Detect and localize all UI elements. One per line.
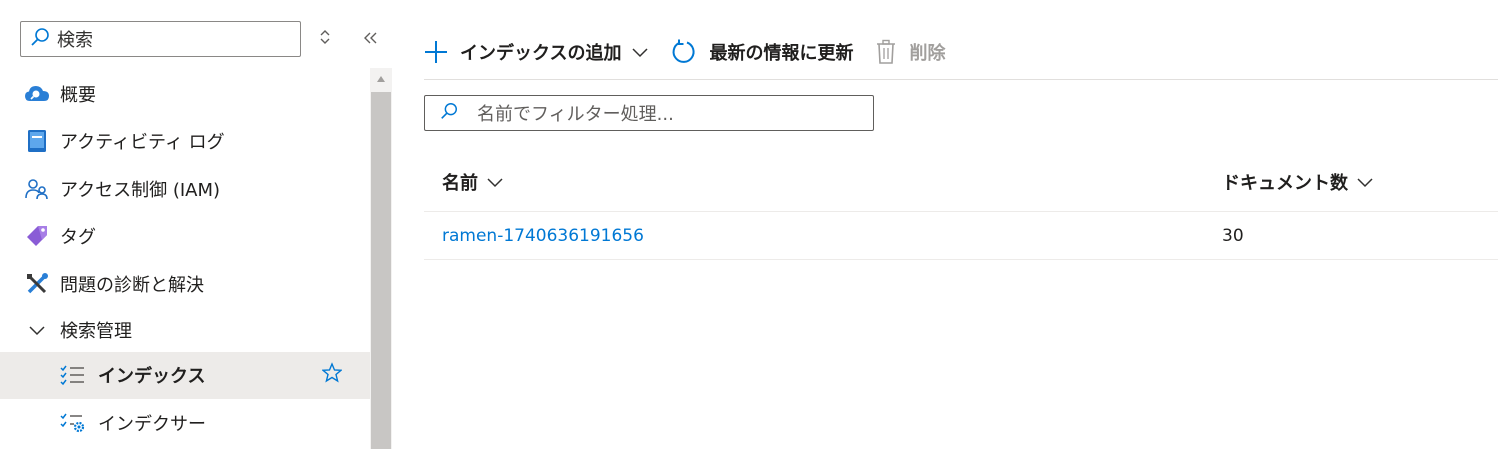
add-index-button[interactable]: インデックスの追加 — [424, 39, 649, 65]
filter-by-name-input[interactable]: 名前でフィルター処理... — [424, 95, 874, 131]
refresh-icon — [671, 39, 697, 65]
sidebar-item-label: アクティビティ ログ — [60, 132, 225, 154]
chevron-down-icon — [1356, 176, 1374, 188]
command-bar: インデックスの追加 最新の情報に更新 削除 — [424, 28, 967, 76]
star-icon[interactable] — [321, 362, 343, 388]
scroll-up-arrow-icon[interactable] — [370, 68, 392, 90]
trash-icon — [875, 39, 897, 65]
table-row: ramen-1740636191656 30 — [424, 212, 1498, 260]
filter-placeholder: 名前でフィルター処理... — [477, 104, 674, 125]
add-index-label: インデックスの追加 — [460, 43, 622, 64]
double-chevron-left-icon — [362, 27, 378, 51]
sidebar: 検索 概要 アクティビティ ログ アクセス制御 (IAM) タグ 問題の診断と解… — [0, 0, 394, 449]
search-icon — [439, 101, 459, 126]
checklist-icon — [60, 362, 86, 388]
chevron-down-icon — [486, 176, 504, 188]
sidebar-item-label: インデクサー — [98, 413, 206, 435]
column-header-document-count[interactable]: ドキュメント数 — [1222, 169, 1374, 195]
chevron-down-icon[interactable] — [631, 46, 649, 58]
sidebar-item-label: インデックス — [98, 366, 206, 388]
document-count-cell: 30 — [1222, 225, 1244, 246]
table-header: 名前 ドキュメント数 — [424, 153, 1498, 212]
index-table: 名前 ドキュメント数 ramen-1740636191656 30 — [424, 153, 1498, 260]
collapse-sidebar-button[interactable] — [358, 27, 382, 51]
sidebar-group-search-management[interactable]: 検索管理 — [0, 308, 370, 352]
refresh-label: 最新の情報に更新 — [709, 43, 854, 64]
sidebar-item-activity-log[interactable]: アクティビティ ログ — [0, 118, 370, 166]
column-header-label: 名前 — [442, 173, 478, 194]
search-icon — [29, 26, 51, 53]
chevron-up-down-icon — [319, 28, 331, 50]
sidebar-scrollbar[interactable] — [370, 68, 392, 449]
indexer-gear-icon — [60, 410, 86, 436]
column-header-name[interactable]: 名前 — [442, 169, 504, 195]
sidebar-nav: 概要 アクティビティ ログ アクセス制御 (IAM) タグ 問題の診断と解決 検… — [0, 70, 370, 447]
sidebar-group-label: 検索管理 — [60, 320, 132, 342]
toolbar-divider — [424, 79, 1498, 80]
refresh-button[interactable]: 最新の情報に更新 — [671, 39, 853, 65]
sidebar-item-tags[interactable]: タグ — [0, 213, 370, 261]
index-name-link[interactable]: ramen-1740636191656 — [442, 226, 644, 246]
main-content: インデックスの追加 最新の情報に更新 削除 名前でフィルター処理... 名前 ド… — [424, 0, 1498, 449]
book-icon — [24, 128, 50, 154]
column-header-label: ドキュメント数 — [1222, 173, 1348, 194]
cloud-search-icon — [24, 81, 50, 107]
sidebar-item-label: 問題の診断と解決 — [60, 274, 204, 296]
sidebar-item-access-control[interactable]: アクセス制御 (IAM) — [0, 165, 370, 213]
sidebar-search-box[interactable]: 検索 — [20, 21, 301, 57]
sidebar-item-label: 概要 — [60, 84, 96, 106]
sidebar-search-placeholder: 検索 — [57, 30, 93, 51]
plus-icon — [424, 40, 448, 64]
sidebar-item-indexes[interactable]: インデックス — [0, 351, 370, 399]
sidebar-item-overview[interactable]: 概要 — [0, 70, 370, 118]
tag-icon — [24, 223, 50, 249]
scrollbar-thumb[interactable] — [371, 92, 391, 449]
sidebar-item-label: タグ — [60, 227, 96, 249]
people-icon — [24, 176, 50, 202]
chevron-down-icon — [24, 317, 50, 343]
sidebar-item-label: アクセス制御 (IAM) — [60, 179, 221, 201]
sidebar-item-diagnose[interactable]: 問題の診断と解決 — [0, 260, 370, 308]
sort-toggle-button[interactable] — [314, 28, 336, 50]
sidebar-item-indexers[interactable]: インデクサー — [0, 399, 370, 447]
wrench-icon — [24, 271, 50, 297]
delete-button[interactable]: 削除 — [875, 39, 945, 65]
delete-label: 削除 — [909, 43, 946, 64]
